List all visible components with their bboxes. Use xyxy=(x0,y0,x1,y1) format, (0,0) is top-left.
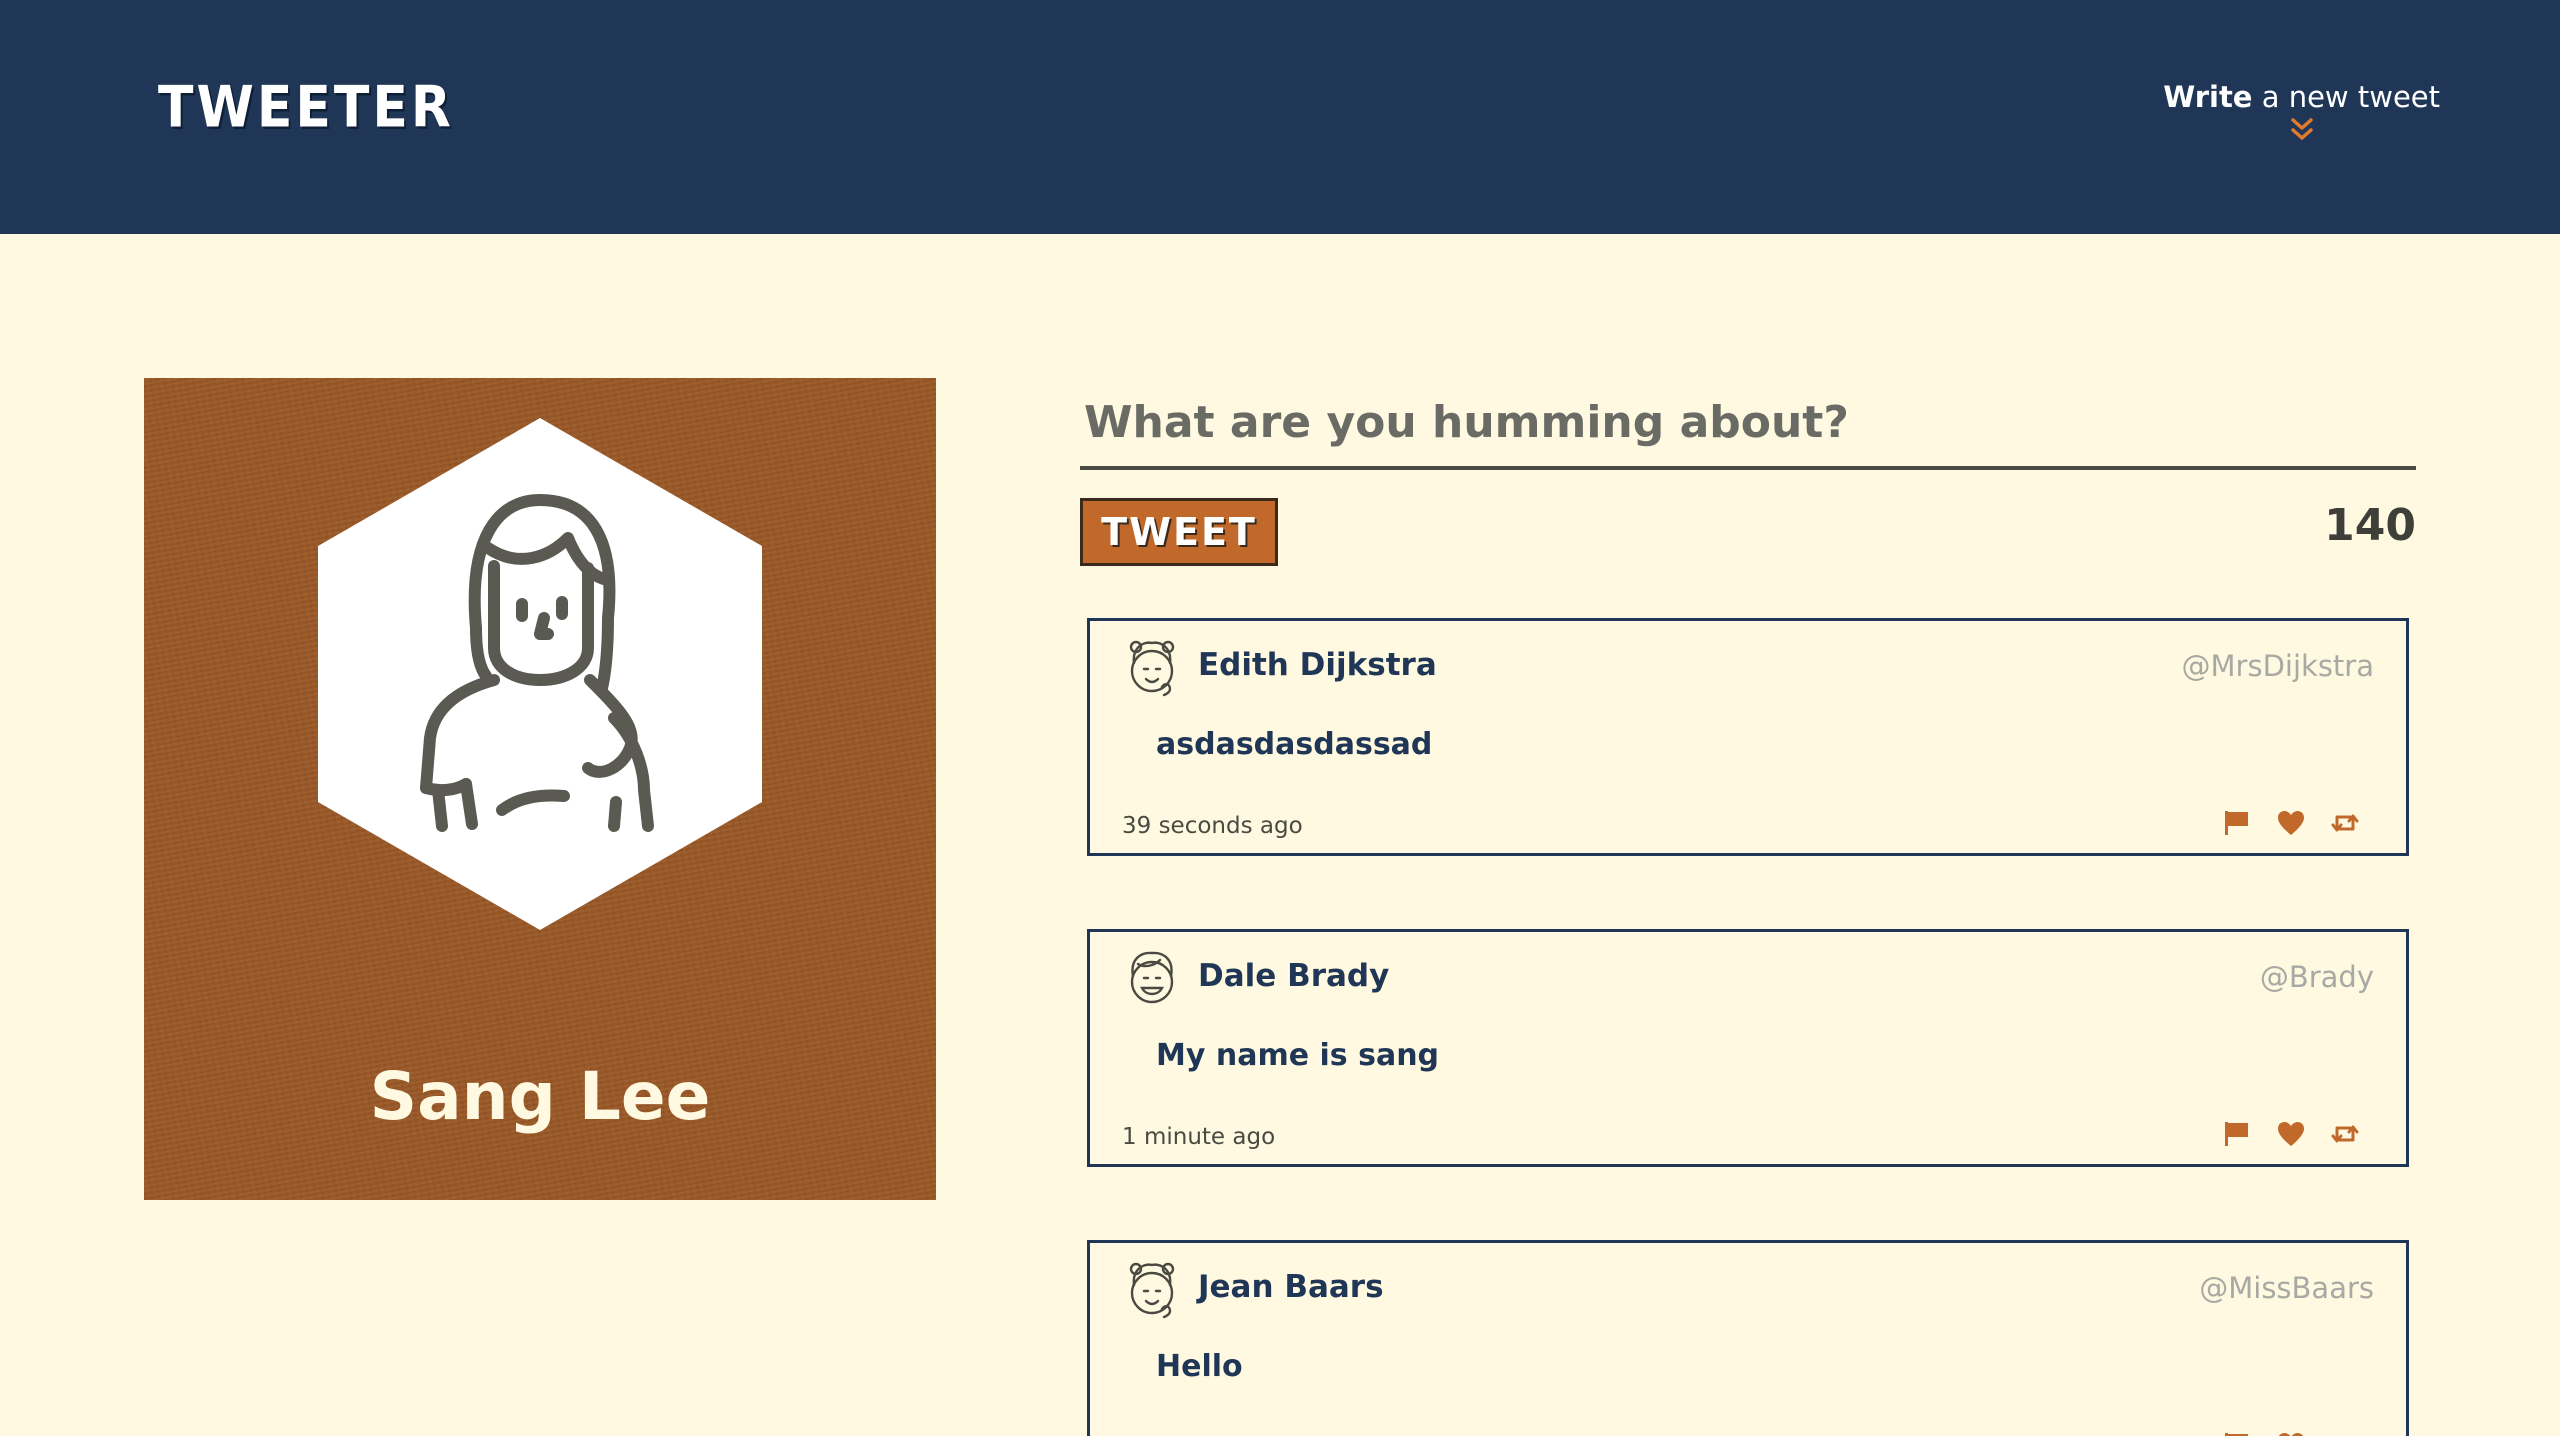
flag-icon[interactable] xyxy=(2222,809,2252,837)
user-avatar-icon xyxy=(1130,951,1174,1004)
tweet-author-name: Jean Baars xyxy=(1198,1269,1384,1305)
tweet-content: Hello xyxy=(1156,1349,1243,1384)
tweet-card: Dale Brady @Brady My name is sang 1 minu… xyxy=(1087,929,2409,1167)
tweet-content: asdasdasdassad xyxy=(1156,727,1433,762)
tweet-card: Edith Dijkstra @MrsDijkstra asdasdasdass… xyxy=(1087,618,2409,856)
tweet-text-input[interactable] xyxy=(1080,378,2416,470)
top-nav-bar: TWEETER Write a new tweet xyxy=(0,0,2560,234)
tweet-author-handle: @MissBaars xyxy=(2199,1271,2374,1305)
compose-form: TWEET 140 xyxy=(1080,378,2416,570)
tweet-content: My name is sang xyxy=(1156,1038,1440,1073)
user-avatar-icon xyxy=(1129,640,1175,697)
user-avatar-icon xyxy=(1129,1262,1175,1319)
tweet-actions xyxy=(2222,809,2360,837)
tweet-card: Jean Baars @MissBaars Hello xyxy=(1087,1240,2409,1436)
profile-card: Sang Lee xyxy=(144,378,936,1200)
heart-icon[interactable] xyxy=(2276,1120,2306,1148)
tweet-author-handle: @Brady xyxy=(2259,960,2374,994)
heart-icon[interactable] xyxy=(2276,809,2306,837)
tweet-actions xyxy=(2222,1120,2360,1148)
retweet-icon[interactable] xyxy=(2330,1431,2360,1436)
tweet-author-handle: @MrsDijkstra xyxy=(2181,649,2374,683)
flag-icon[interactable] xyxy=(2222,1431,2252,1436)
tweet-timestamp: 39 seconds ago xyxy=(1122,813,1303,839)
character-counter: 140 xyxy=(2324,500,2416,551)
tweet-actions xyxy=(2222,1431,2360,1436)
tweet-author-name: Edith Dijkstra xyxy=(1198,647,1437,683)
write-new-tweet-toggle[interactable]: Write a new tweet xyxy=(2163,80,2440,144)
flag-icon[interactable] xyxy=(2222,1120,2252,1148)
profile-avatar xyxy=(318,418,762,930)
retweet-icon[interactable] xyxy=(2330,1120,2360,1148)
retweet-icon[interactable] xyxy=(2330,809,2360,837)
app-logo[interactable]: TWEETER xyxy=(158,79,454,136)
profile-name: Sang Lee xyxy=(369,1058,711,1135)
tweet-timestamp: 1 minute ago xyxy=(1122,1124,1276,1150)
double-chevron-down-icon xyxy=(2290,118,2313,140)
tweet-author-name: Dale Brady xyxy=(1198,958,1390,994)
write-label-rest: a new tweet xyxy=(2252,80,2440,114)
heart-icon[interactable] xyxy=(2276,1431,2306,1436)
write-label-bold: Write xyxy=(2163,80,2253,114)
tweet-submit-button[interactable]: TWEET xyxy=(1080,498,1278,566)
compose-actions: TWEET 140 xyxy=(1080,470,2416,570)
